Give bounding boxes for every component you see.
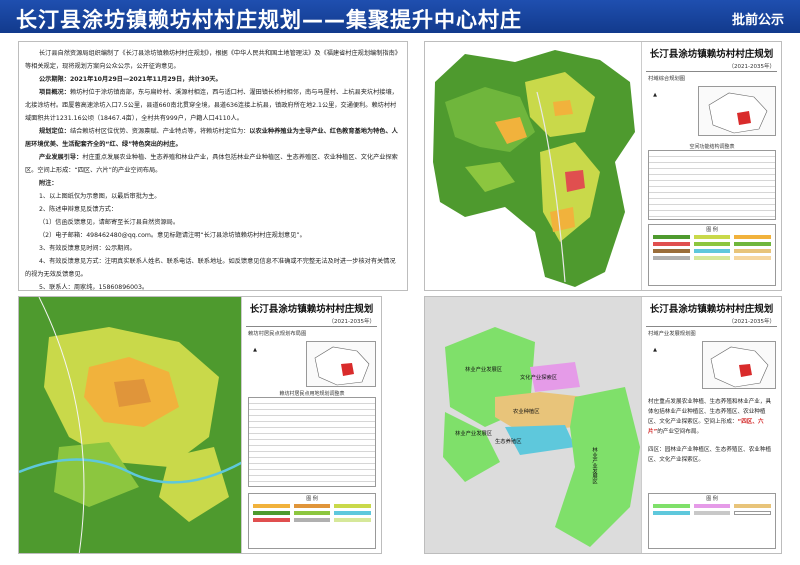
positioning-label: 规划定位： [39, 128, 70, 135]
note-item: （1）信函反馈意见，请邮寄至长汀县自然资源局。 [39, 219, 180, 226]
north-arrow-icon: ▲ [252, 347, 258, 353]
table-caption: 赖坊村居民点用地规划调整表 [279, 391, 345, 397]
notice-industry: 产业发展引导：村庄重点发展农业种植、生态养殖和林业产业，具体包括林业产业种植区、… [25, 151, 401, 177]
notes-label: 附注： [39, 180, 58, 187]
industry-zones-note: 四区：园林业产业种植区、生态养殖区、农业种植区、文化产业探索区。 [648, 447, 772, 463]
overview-label: 项目概况： [39, 89, 70, 96]
divider [646, 71, 777, 72]
legend-swatches [253, 504, 371, 522]
industry-description: 村庄重点发展农业种植、生态养殖和林业产业，具体包括林业产业种植区、生态养殖区、农… [648, 397, 775, 437]
settlement-years: （2021-2035年） [328, 319, 375, 325]
divider [646, 326, 777, 327]
zone-label: 林业产业发展区 [591, 447, 597, 485]
landuse-subtitle: 村域综合规划图 [648, 76, 686, 82]
page-title: 长汀县涂坊镇赖坊村村庄规划——集聚提升中心村庄 [16, 8, 522, 32]
settlement-subtitle: 赖坊村居民点规划布局图 [248, 331, 307, 337]
map-panel-industry: 林业产业发展区 文化产业探索区 林业产业发展区 农业种植区 生态养殖区 林业产业… [424, 296, 782, 554]
zone-label: 林业产业发展区 [465, 367, 503, 373]
landuse-title: 长汀县涂坊镇赖坊村村庄规划 [649, 49, 774, 60]
zone-label: 林业产业发展区 [455, 431, 493, 437]
title-bar: 长汀县涂坊镇赖坊村村庄规划——集聚提升中心村庄 批前公示 [0, 0, 800, 33]
divider [246, 326, 377, 327]
settlement-title: 长汀县涂坊镇赖坊村村庄规划 [249, 304, 374, 315]
legend-caption: 图 例 [706, 227, 718, 233]
locator-shape [314, 346, 370, 386]
north-arrow-icon: ▲ [652, 347, 658, 353]
zone-label: 农业种植区 [513, 409, 540, 415]
industry-years: （2021-2035年） [728, 319, 775, 325]
notice-panel: 长汀县自然资源局组织编制了《长汀县涂坊镇赖坊村村庄规划》，根据《中华人民共和国土… [18, 41, 408, 291]
industry-label: 产业发展引导： [39, 154, 83, 161]
industry-desc-end: 的产业空间布局。 [657, 429, 703, 435]
settlement-sidebar: 长汀县涂坊镇赖坊村村庄规划 （2021-2035年） 赖坊村居民点规划布局图 ▲… [241, 297, 381, 553]
legend-swatches [653, 504, 771, 515]
legend-swatches [653, 235, 771, 260]
note-item: 1、以上图纸仅为示意图，以最后审批为主。 [39, 193, 161, 200]
settlement-table: 赖坊村居民点用地规划调整表 [248, 391, 376, 487]
legend-caption: 图 例 [306, 496, 318, 502]
industry-map [425, 297, 643, 553]
landuse-sidebar: 长汀县涂坊镇赖坊村村庄规划 （2021-2035年） 村域综合规划图 ▲ 空间功… [641, 42, 781, 290]
legend-caption: 图 例 [706, 496, 718, 502]
settlement-map [19, 297, 243, 553]
landuse-table: 空间功能结构调整表 [648, 144, 776, 220]
north-arrow-icon: ▲ [652, 92, 658, 98]
notice-positioning: 规划定位：结合赖坊村区位优势、资源禀赋、产业特点等，将赖坊村定位为：以农业种养殖… [25, 125, 401, 151]
note-item: 5、联系人：周家纯，15860896003。 [39, 284, 149, 291]
map-panel-settlement: 长汀县涂坊镇赖坊村村庄规划 （2021-2035年） 赖坊村居民点规划布局图 ▲… [18, 296, 382, 554]
notice-overview: 项目概况：赖坊村位于涂坊镇南部，东与扁岭村、溪源村相连，西与适口村、濯田镇长桥村… [25, 86, 401, 125]
table-caption: 空间功能结构调整表 [689, 144, 735, 150]
period-label: 公示期限： [39, 76, 70, 83]
landuse-years: （2021-2035年） [728, 64, 775, 70]
industry-title: 长汀县涂坊镇赖坊村村庄规划 [649, 304, 774, 315]
zone-label: 文化产业探索区 [520, 375, 558, 381]
settlement-legend: 图 例 [248, 493, 376, 549]
zone-label: 生态养殖区 [495, 439, 522, 445]
overview-text: 赖坊村位于涂坊镇南部，东与扁岭村、溪源村相连，西与适口村、濯田镇长桥村相邻，南与… [25, 89, 398, 122]
note-item: （2）电子邮箱：498462480@qq.com。意见标题请注明“长汀县涂坊镇赖… [39, 232, 306, 239]
locator-shape [708, 92, 768, 134]
notes-heading: 附注： [25, 177, 401, 190]
note-item: 3、有效反馈意见时间：公示期间。 [39, 245, 136, 252]
landuse-map [425, 42, 643, 290]
locator-map [702, 341, 776, 389]
industry-subtitle: 村域产业发展规划图 [648, 331, 696, 337]
industry-legend: 图 例 [648, 493, 776, 549]
locator-map [306, 341, 376, 387]
industry-sidebar: 长汀县涂坊镇赖坊村村庄规划 （2021-2035年） 村域产业发展规划图 ▲ 村… [641, 297, 781, 553]
notice-intro: 长汀县自然资源局组织编制了《长汀县涂坊镇赖坊村村庄规划》，根据《中华人民共和国土… [25, 50, 401, 70]
positioning-text: 结合赖坊村区位优势、资源禀赋、产业特点等，将赖坊村定位为： [69, 128, 250, 135]
map-panel-landuse: 长汀县涂坊镇赖坊村村庄规划 （2021-2035年） 村域综合规划图 ▲ 空间功… [424, 41, 782, 291]
period-value: 2021年10月29日—2021年11月29日，共计30天。 [69, 76, 222, 83]
locator-shape [710, 346, 769, 388]
notice-period: 公示期限：2021年10月29日—2021年11月29日，共计30天。 [25, 73, 401, 86]
locator-map [698, 86, 776, 136]
note-item: 2、陈述申辩意见反馈方式： [39, 206, 118, 213]
note-item: 4、有效反馈意见方式：注明真实联系人姓名、联系电话、联系地址。如反馈意见信息不准… [25, 258, 396, 278]
landuse-legend: 图 例 [648, 224, 776, 286]
status-badge: 批前公示 [731, 13, 784, 28]
